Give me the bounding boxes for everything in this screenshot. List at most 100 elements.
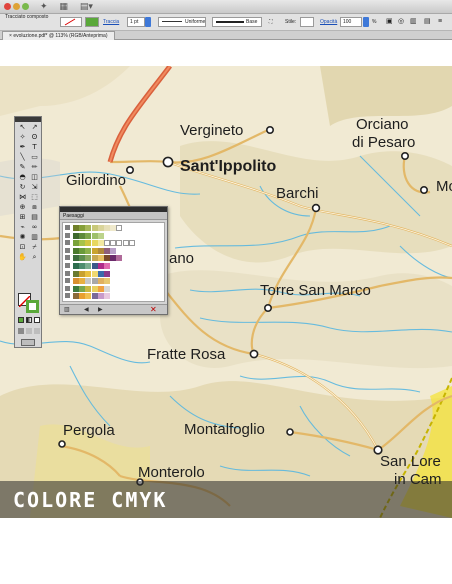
next-library-icon[interactable]: ▶ [98,306,103,313]
color-swatch[interactable] [79,293,86,300]
color-swatch[interactable] [104,263,110,269]
minimize-window-button[interactable] [13,3,20,10]
color-swatch[interactable] [110,255,117,262]
type-tool-icon[interactable]: T [29,143,40,152]
color-swatch[interactable] [91,225,98,231]
preferences-icon[interactable]: ◎ [398,17,404,27]
color-swatch[interactable] [97,278,104,285]
color-swatch[interactable] [79,270,86,277]
paintbrush-tool-icon[interactable]: ✎ [17,163,28,172]
graph-tool-icon[interactable]: ▥ [29,233,40,242]
draw-normal-icon[interactable] [18,328,24,334]
perspective-grid-tool-icon[interactable]: ⧈ [29,203,40,212]
eraser-tool-icon[interactable]: ◫ [29,173,40,182]
color-swatch[interactable] [104,247,110,254]
color-swatch[interactable] [97,263,104,269]
color-swatch[interactable] [85,232,92,239]
tools-panel-header[interactable] [15,117,41,122]
app-logo-icon[interactable]: ✦ [40,2,48,12]
swatches-panel-tab[interactable]: Paesaggi [60,212,167,220]
color-swatch[interactable] [91,240,98,247]
color-swatch[interactable] [73,247,79,254]
draw-inside-icon[interactable] [34,328,40,334]
rotate-tool-icon[interactable]: ↻ [17,183,28,192]
opacity-panel-link[interactable]: Opacità [320,17,337,27]
pencil-tool-icon[interactable]: ✏ [29,163,40,172]
color-swatch[interactable] [104,240,110,247]
color-swatch[interactable] [85,293,92,300]
color-swatch[interactable] [122,240,129,247]
color-swatch[interactable] [104,225,110,231]
color-mode-icon[interactable] [18,317,24,323]
fill-stroke-swatches[interactable] [18,293,40,313]
color-swatch[interactable] [97,232,104,239]
color-swatch[interactable] [79,247,86,254]
color-swatch[interactable] [73,225,79,231]
align-icon[interactable]: ▥ [410,17,417,27]
color-swatch[interactable] [73,293,79,300]
color-swatch[interactable] [79,232,86,239]
swatch-libraries-icon[interactable]: ▥ [64,306,70,313]
color-swatch[interactable] [73,263,79,269]
gradient-mode-icon[interactable] [26,317,32,323]
color-swatch[interactable] [110,240,117,247]
color-swatch[interactable] [110,247,117,254]
color-swatch[interactable] [104,278,110,285]
mesh-tool-icon[interactable]: ⊞ [17,213,28,222]
panel-menu-icon[interactable]: ≡ [438,17,442,27]
color-swatch[interactable] [79,263,86,269]
variable-width-profile[interactable]: Uniforme [158,17,206,27]
color-swatch[interactable] [91,255,98,262]
close-window-button[interactable] [4,3,11,10]
color-swatch[interactable] [85,263,92,269]
color-swatch[interactable] [97,285,104,292]
color-swatch[interactable] [85,255,92,262]
color-swatch[interactable] [91,293,98,300]
graphic-style-selector[interactable] [300,17,314,27]
slice-tool-icon[interactable]: ⌿ [29,243,40,252]
color-swatch[interactable] [91,278,98,285]
color-swatch[interactable] [97,293,104,300]
eyedropper-tool-icon[interactable]: ⌁ [17,223,28,232]
color-swatch[interactable] [116,240,123,247]
previous-library-icon[interactable]: ◀ [84,306,89,313]
transform-icon[interactable]: ▤ [424,17,431,27]
direct-selection-tool-icon[interactable]: ↗ [29,123,40,132]
stroke-panel-link[interactable]: Traccia [103,17,119,27]
color-swatch[interactable] [85,247,92,254]
color-swatch[interactable] [85,270,92,277]
line-tool-icon[interactable]: ╲ [17,153,28,162]
brush-definition[interactable]: Base [212,17,262,27]
draw-behind-icon[interactable] [26,328,32,334]
color-swatch[interactable] [91,285,98,292]
color-swatch[interactable] [85,225,92,231]
document-tab[interactable]: × evoluzione.pdf* @ 113% (RGB/Anteprima) [2,31,115,40]
blend-tool-icon[interactable]: ∞ [29,223,40,232]
color-swatch[interactable] [79,255,86,262]
document-setup-icon[interactable]: ▣ [386,17,393,27]
hand-tool-icon[interactable]: ✋ [17,253,28,262]
artboard-tool-icon[interactable]: ⊡ [17,243,28,252]
shape-builder-tool-icon[interactable]: ⊕ [17,203,28,212]
color-swatch[interactable] [73,270,79,277]
color-swatch[interactable] [91,263,98,269]
color-swatch[interactable] [116,255,123,262]
color-swatch[interactable] [73,285,79,292]
bridge-icon[interactable]: ▦ [59,2,68,12]
zoom-window-button[interactable] [22,3,29,10]
blob-brush-tool-icon[interactable]: ◓ [17,173,28,182]
screen-mode-icon[interactable] [21,339,35,346]
color-swatch[interactable] [97,225,104,231]
delete-swatch-icon[interactable]: ✕ [150,305,157,314]
magic-wand-tool-icon[interactable]: ✧ [17,133,28,142]
rectangle-tool-icon[interactable]: ▭ [29,153,40,162]
color-swatch[interactable] [73,255,79,262]
color-swatch[interactable] [104,293,110,300]
pen-tool-icon[interactable]: ✒ [17,143,28,152]
free-transform-tool-icon[interactable]: ⬚ [29,193,40,202]
color-swatch[interactable] [91,270,98,277]
arrange-documents-icon[interactable]: ▤▾ [80,2,93,12]
color-swatch[interactable] [91,247,98,254]
color-swatch[interactable] [73,232,79,239]
color-swatch[interactable] [85,285,92,292]
